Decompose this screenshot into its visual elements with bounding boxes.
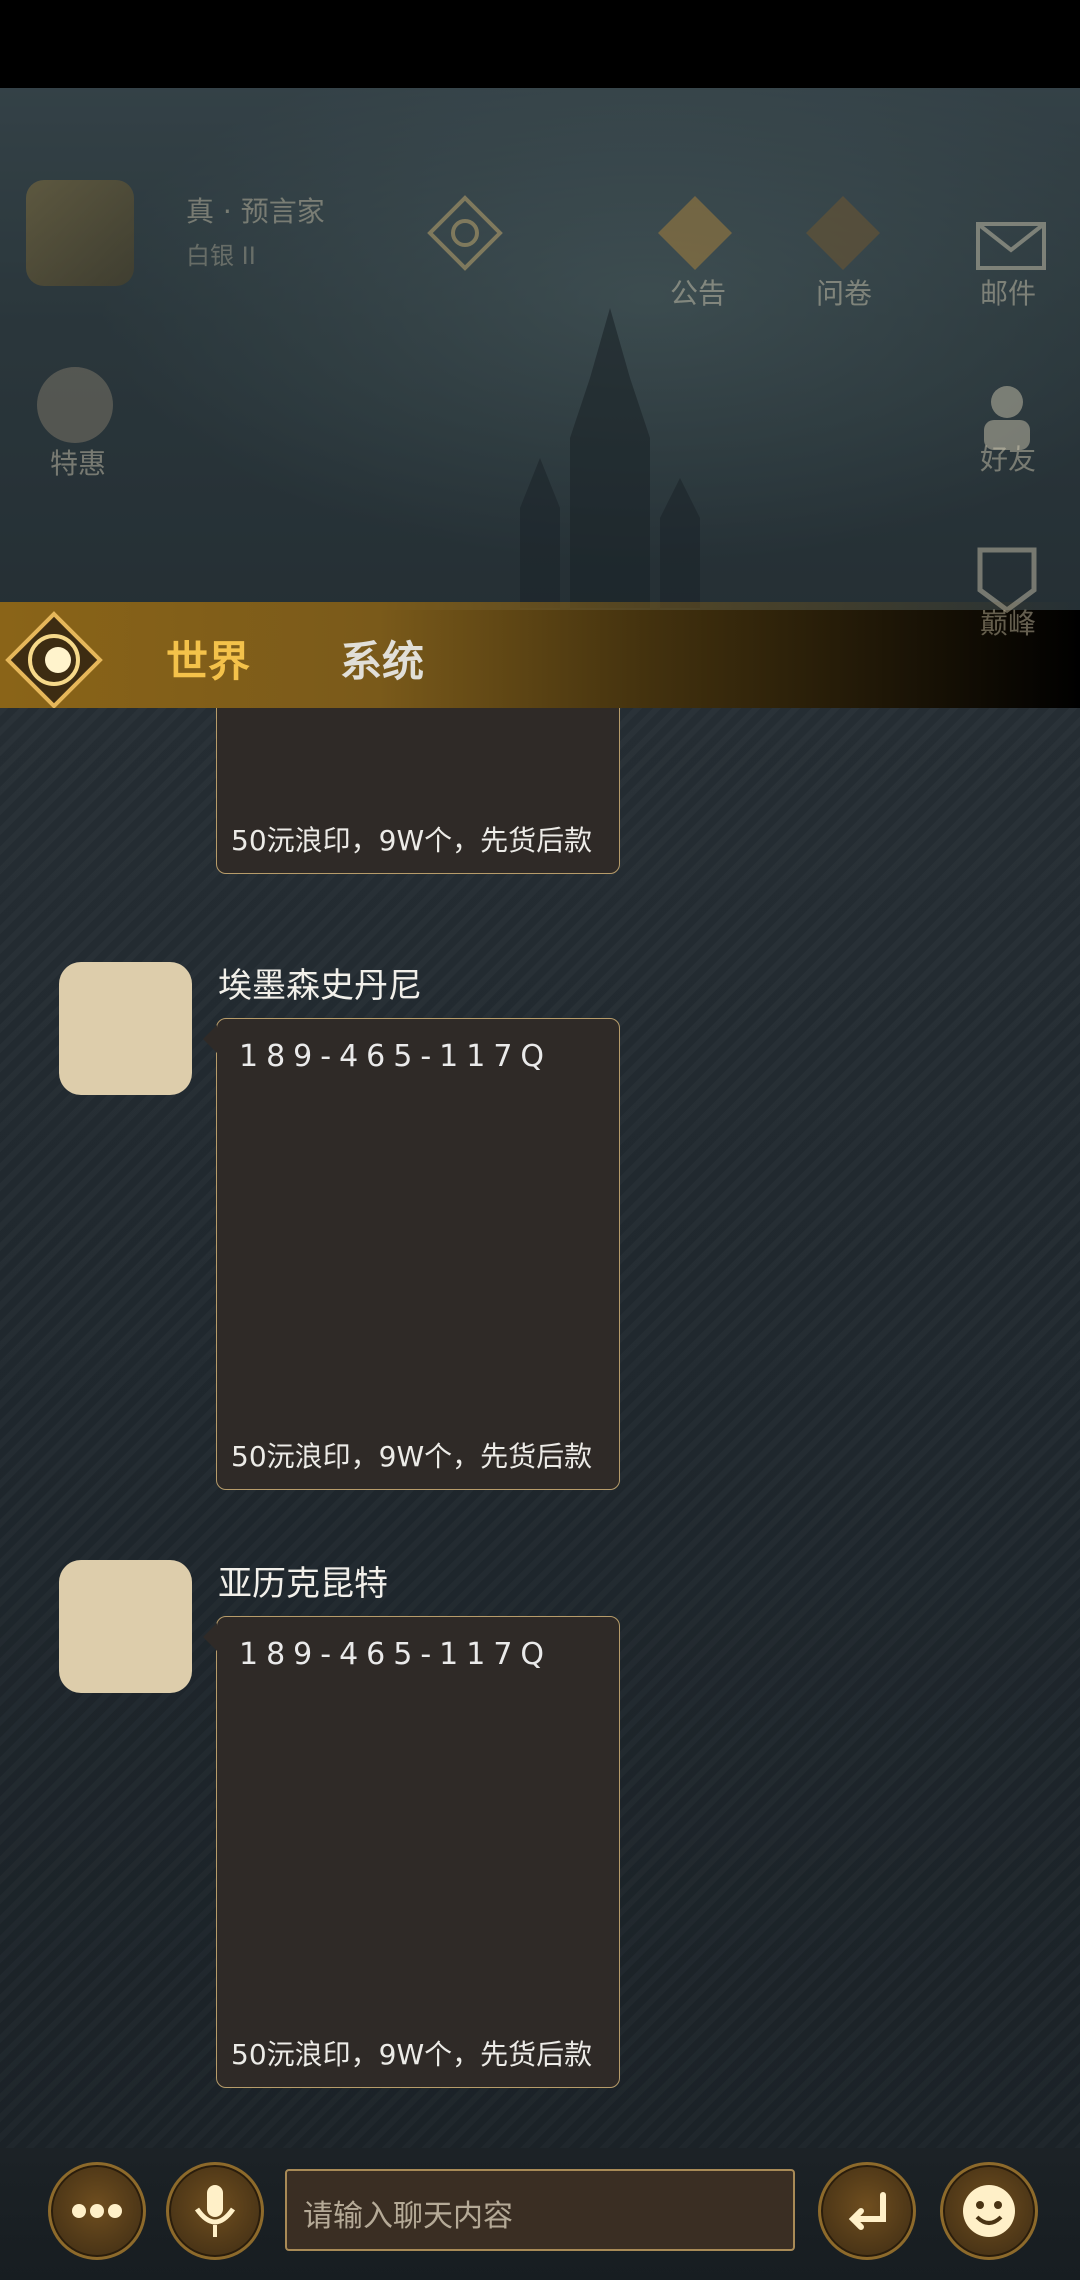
chat-tab-bar [0,602,1080,708]
survey-label: 问卷 [816,277,873,310]
avatar[interactable] [59,962,192,1095]
notice-icon[interactable] [650,188,740,278]
emoji-button[interactable] [940,2162,1038,2260]
message-bubble[interactable]: 50沅浪印，9W个，先货后款 [216,708,620,874]
voice-button[interactable] [166,2162,264,2260]
player-rank: 白银 II [186,242,256,270]
return-arrow-icon [848,2192,886,2230]
game-screen: { "hud": { "player_name": "真 · 预言家", "pl… [0,0,1080,2280]
message-text: 50沅浪印，9W个，先货后款 [231,2038,593,2071]
message-text: 50沅浪印，9W个，先货后款 [231,1440,593,1473]
castle-illustration [520,308,700,608]
message-contact: 189-465-117Q [239,1637,553,1672]
deals-label: 特惠 [50,447,107,480]
message-text: 50沅浪印，9W个，先货后款 [231,824,593,857]
status-bar [0,0,1080,88]
send-button[interactable] [818,2162,916,2260]
player-name: 真 · 预言家 [186,195,325,228]
message-contact: 189-465-117Q [239,1039,553,1074]
chat-channel-icon[interactable] [4,610,104,710]
smiley-icon [963,2185,1015,2237]
chat-input-placeholder: 请输入聊天内容 [303,2199,513,2234]
sender-name: 埃墨森史丹尼 [218,966,422,1006]
avatar[interactable] [59,1560,192,1693]
eye-icon[interactable] [420,188,510,278]
tab-system[interactable]: 系统 [340,628,424,689]
message-bubble[interactable]: 189-465-117Q 50沅浪印，9W个，先货后款 [203,1018,620,1490]
mail-label: 邮件 [980,277,1037,310]
sender-name: 亚历克昆特 [218,1564,388,1604]
background-scene [0,88,1080,610]
bubble-tail [203,1623,217,1651]
friends-label: 好友 [980,443,1037,476]
chat-list[interactable]: 50沅浪印，9W个，先货后款 埃墨森史丹尼 189-465-117Q 50沅浪印… [0,708,1080,2148]
notice-label: 公告 [670,277,727,310]
player-avatar[interactable] [26,180,134,286]
gift-icon[interactable] [30,360,120,450]
message-bubble[interactable]: 189-465-117Q 50沅浪印，9W个，先货后款 [203,1616,620,2088]
more-button[interactable] [48,2162,146,2260]
microphone-icon [194,2185,236,2237]
bubble-tail [203,1025,217,1053]
survey-icon[interactable] [798,188,888,278]
tab-world[interactable]: 世界 [166,628,250,689]
more-dots-icon [72,2204,122,2218]
chat-input[interactable]: 请输入聊天内容 [285,2169,795,2251]
